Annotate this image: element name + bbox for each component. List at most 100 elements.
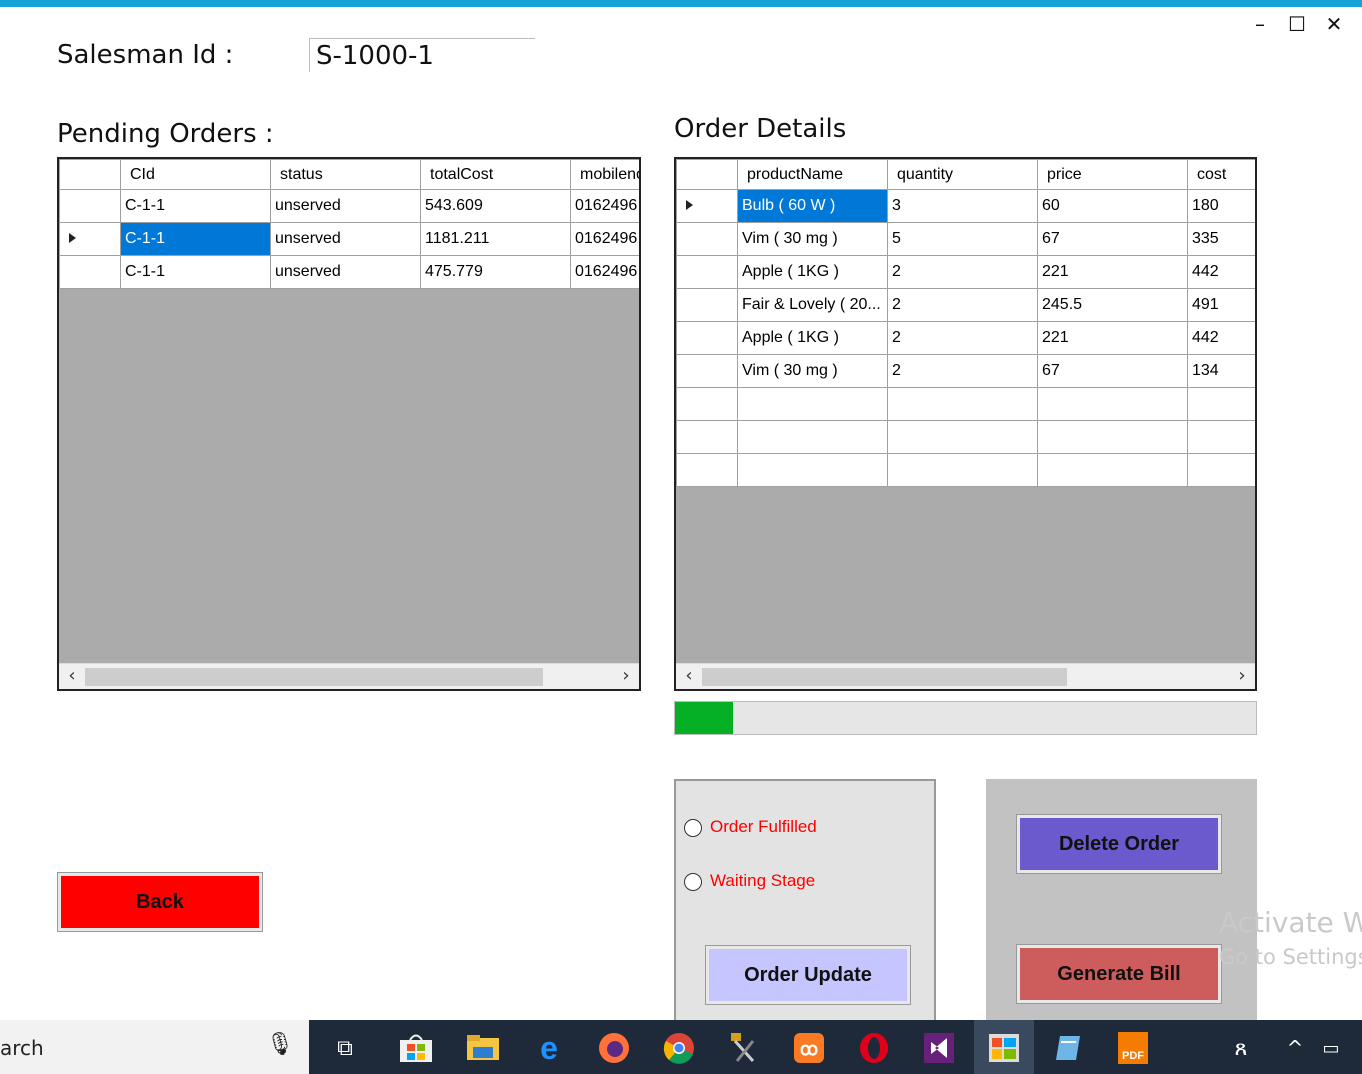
empty-cell[interactable]	[1187, 453, 1255, 487]
cell-totalcost[interactable]: 475.779	[420, 255, 571, 289]
order-update-button[interactable]: Order Update	[705, 945, 911, 1005]
empty-cell[interactable]	[887, 387, 1038, 421]
table-row[interactable]: Bulb ( 60 W ) 3 60 180	[676, 189, 1255, 223]
row-header[interactable]	[59, 255, 121, 289]
cell-productname[interactable]: Apple ( 1KG )	[737, 321, 888, 355]
empty-cell[interactable]	[887, 420, 1038, 454]
empty-cell[interactable]	[1037, 453, 1188, 487]
cell-quantity[interactable]: 2	[887, 321, 1038, 355]
empty-cell[interactable]	[1037, 387, 1188, 421]
edge-icon[interactable]: e	[531, 1030, 567, 1066]
scrollbar-thumb[interactable]	[85, 668, 543, 686]
cell-price[interactable]: 67	[1037, 354, 1188, 388]
order-details-grid[interactable]: productName quantity price cost Bulb ( 6…	[674, 157, 1257, 691]
cell-totalcost[interactable]: 1181.211	[420, 222, 571, 256]
row-header[interactable]	[676, 222, 738, 256]
scroll-left-icon[interactable]: ‹	[676, 664, 702, 689]
maximize-button[interactable]: ☐	[1279, 10, 1315, 38]
table-row[interactable]: Fair & Lovely ( 20... 2 245.5 491	[676, 288, 1255, 322]
people-icon[interactable]: ጸ	[1223, 1030, 1259, 1066]
task-view-icon[interactable]: ⧉	[327, 1030, 363, 1066]
row-header-current[interactable]	[59, 222, 121, 256]
column-header-totalcost[interactable]: totalCost	[420, 159, 571, 190]
cell-cid[interactable]: C-1-1	[120, 189, 271, 223]
cell-status[interactable]: unserved	[270, 189, 421, 223]
cell-mobileno[interactable]: 0162496	[570, 255, 639, 289]
scrollbar-thumb[interactable]	[702, 668, 1067, 686]
row-header[interactable]	[676, 288, 738, 322]
waiting-stage-label[interactable]: Waiting Stage	[710, 871, 815, 890]
column-header-quantity[interactable]: quantity	[887, 159, 1038, 190]
cell-cost[interactable]: 491	[1187, 288, 1255, 322]
cell-status[interactable]: unserved	[270, 222, 421, 256]
cell-cid[interactable]: C-1-1	[120, 255, 271, 289]
back-button[interactable]: Back	[57, 872, 263, 932]
cell-cost[interactable]: 442	[1187, 321, 1255, 355]
empty-row[interactable]	[676, 387, 1255, 421]
column-header-status[interactable]: status	[270, 159, 421, 190]
generate-bill-button[interactable]: Generate Bill	[1016, 944, 1222, 1004]
cell-status[interactable]: unserved	[270, 255, 421, 289]
battery-icon[interactable]: ▭	[1313, 1030, 1349, 1066]
empty-cell[interactable]	[737, 420, 888, 454]
delete-order-button[interactable]: Delete Order	[1016, 814, 1222, 874]
empty-cell[interactable]	[887, 453, 1038, 487]
empty-row[interactable]	[676, 420, 1255, 454]
microphone-icon[interactable]: 🎙	[266, 1032, 294, 1057]
pdf-reader-icon[interactable]: PDF	[1115, 1030, 1151, 1066]
row-header[interactable]	[676, 354, 738, 388]
cell-price[interactable]: 221	[1037, 255, 1188, 289]
row-header[interactable]	[676, 321, 738, 355]
row-header[interactable]	[676, 387, 738, 421]
cell-cid-selected[interactable]: C-1-1	[120, 222, 271, 256]
cell-productname[interactable]: Vim ( 30 mg )	[737, 222, 888, 256]
cell-price[interactable]: 245.5	[1037, 288, 1188, 322]
horizontal-scrollbar[interactable]: ‹ ›	[59, 663, 639, 689]
opera-icon[interactable]	[856, 1030, 892, 1066]
radio-circle-icon[interactable]	[684, 872, 702, 891]
cell-price[interactable]: 60	[1037, 189, 1188, 223]
xampp-icon[interactable]: ꝏ	[791, 1030, 827, 1066]
empty-row[interactable]	[676, 453, 1255, 487]
cell-quantity[interactable]: 3	[887, 189, 1038, 223]
minimize-button[interactable]: –	[1242, 10, 1278, 38]
table-row[interactable]: C-1-1 unserved 475.779 0162496	[59, 255, 639, 289]
radio-circle-icon[interactable]	[684, 818, 702, 837]
cell-productname-selected[interactable]: Bulb ( 60 W )	[737, 189, 888, 223]
visual-studio-icon[interactable]	[921, 1030, 957, 1066]
empty-cell[interactable]	[1187, 420, 1255, 454]
cell-quantity[interactable]: 5	[887, 222, 1038, 256]
cell-productname[interactable]: Vim ( 30 mg )	[737, 354, 888, 388]
cell-cost[interactable]: 180	[1187, 189, 1255, 223]
firefox-icon[interactable]	[596, 1030, 632, 1066]
chevron-up-icon[interactable]: ^	[1277, 1030, 1313, 1066]
file-explorer-icon[interactable]	[465, 1030, 501, 1066]
column-header-productname[interactable]: productName	[737, 159, 888, 190]
cell-price[interactable]: 67	[1037, 222, 1188, 256]
empty-cell[interactable]	[737, 453, 888, 487]
order-fulfilled-radio[interactable]: Order Fulfilled	[684, 817, 817, 837]
row-header[interactable]	[676, 255, 738, 289]
tools-app-icon[interactable]	[726, 1030, 762, 1066]
empty-cell[interactable]	[1187, 387, 1255, 421]
cell-quantity[interactable]: 2	[887, 288, 1038, 322]
row-header[interactable]	[676, 453, 738, 487]
waiting-stage-radio[interactable]: Waiting Stage	[684, 871, 815, 891]
row-header[interactable]	[59, 189, 121, 223]
column-header-price[interactable]: price	[1037, 159, 1188, 190]
horizontal-scrollbar[interactable]: ‹ ›	[676, 663, 1255, 689]
table-row[interactable]: Apple ( 1KG ) 2 221 442	[676, 255, 1255, 289]
table-row[interactable]: Vim ( 30 mg ) 5 67 335	[676, 222, 1255, 256]
store-icon[interactable]	[398, 1030, 434, 1066]
scroll-right-icon[interactable]: ›	[613, 664, 639, 689]
table-row[interactable]: Apple ( 1KG ) 2 221 442	[676, 321, 1255, 355]
scroll-right-icon[interactable]: ›	[1229, 664, 1255, 689]
cell-productname[interactable]: Apple ( 1KG )	[737, 255, 888, 289]
table-row[interactable]: C-1-1 unserved 543.609 0162496	[59, 189, 639, 223]
windows-forms-app-icon[interactable]	[986, 1030, 1022, 1066]
column-header-cid[interactable]: CId	[120, 159, 271, 190]
notepad-icon[interactable]	[1050, 1030, 1086, 1066]
empty-cell[interactable]	[1037, 420, 1188, 454]
row-header[interactable]	[676, 420, 738, 454]
cell-quantity[interactable]: 2	[887, 255, 1038, 289]
